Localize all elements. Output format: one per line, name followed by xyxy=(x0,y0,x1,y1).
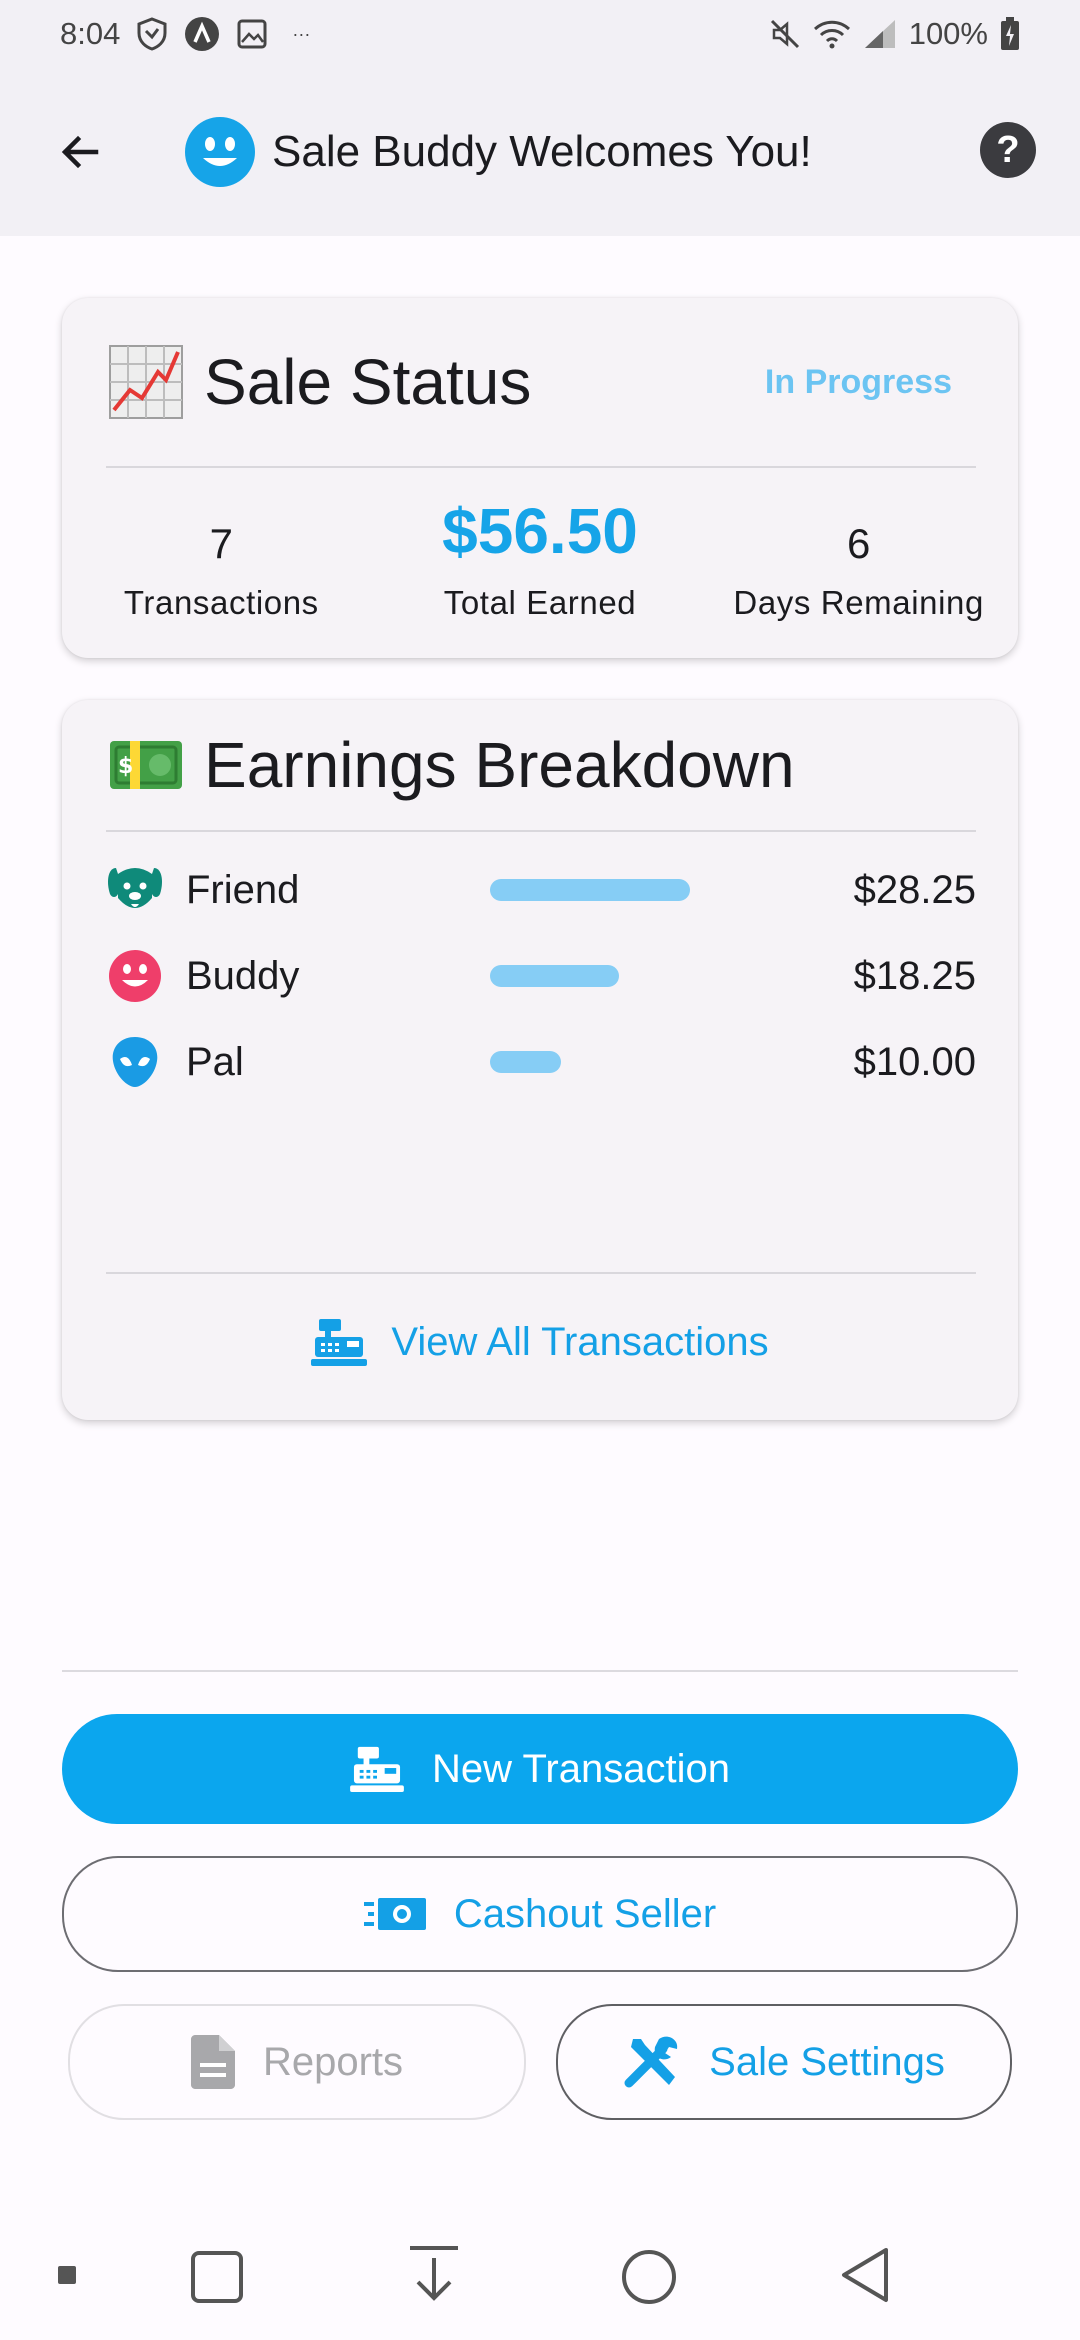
top-app-bar: Sale Buddy Welcomes You! ? xyxy=(0,68,1080,236)
earnings-amount: $10.00 xyxy=(853,1039,976,1084)
earnings-bar-track xyxy=(490,965,810,987)
reports-button[interactable]: Reports xyxy=(68,2004,526,2120)
cash-register-icon xyxy=(311,1319,368,1366)
nav-dot-icon xyxy=(58,2266,76,2284)
divider xyxy=(106,466,976,468)
circle-icon xyxy=(622,2250,676,2304)
wifi-icon xyxy=(813,19,851,49)
divider xyxy=(106,1272,976,1274)
recents-button[interactable] xyxy=(190,2250,244,2304)
stat-value: 7 xyxy=(209,520,234,567)
stat-label: Days Remaining xyxy=(733,584,984,621)
more-notifications: ··· xyxy=(292,23,311,44)
divider xyxy=(62,1670,1018,1672)
svg-text:$: $ xyxy=(118,754,133,779)
earnings-bar xyxy=(490,879,690,901)
smiley-face-icon xyxy=(106,947,164,1005)
mute-icon xyxy=(769,18,801,50)
cash-register-icon xyxy=(350,1746,404,1793)
cashout-seller-button[interactable]: Cashout Seller xyxy=(62,1856,1018,1972)
earnings-title: Earnings Breakdown xyxy=(204,729,795,801)
page-title: Sale Buddy Welcomes You! xyxy=(272,127,812,176)
battery-icon xyxy=(1000,17,1020,51)
notifications-pull-button[interactable] xyxy=(406,2244,462,2304)
earnings-bar xyxy=(490,1051,561,1073)
status-bar: 8:04 ··· 100% xyxy=(0,0,1080,68)
smiley-logo-icon xyxy=(185,117,255,187)
view-all-label: View All Transactions xyxy=(391,1319,769,1364)
battery-percent: 100% xyxy=(908,16,988,51)
status-badge: In Progress xyxy=(764,362,952,401)
stat-label: Total Earned xyxy=(443,584,637,621)
alien-face-icon xyxy=(106,1033,164,1091)
dog-face-icon xyxy=(106,861,164,919)
earnings-breakdown-card: $ Earnings Breakdown Friend $28.25 Buddy… xyxy=(62,700,1018,1420)
cashout-label: Cashout Seller xyxy=(453,1891,717,1936)
home-button[interactable] xyxy=(620,2248,678,2306)
status-time: 8:04 xyxy=(60,16,121,51)
reports-label: Reports xyxy=(262,2039,404,2084)
signal-icon xyxy=(863,18,897,50)
earnings-name: Pal xyxy=(186,1039,244,1084)
stat-transactions: 7 Transactions xyxy=(62,498,381,622)
earnings-bar xyxy=(490,965,619,987)
stat-value: 6 xyxy=(847,520,871,567)
chart-increasing-icon xyxy=(109,345,183,419)
earnings-row-buddy: Buddy $18.25 xyxy=(106,941,976,1011)
earnings-bar-track xyxy=(490,1051,810,1073)
earnings-bar-track xyxy=(490,879,810,901)
earnings-amount: $18.25 xyxy=(853,953,976,998)
stat-value: $56.50 xyxy=(442,495,638,567)
tools-icon xyxy=(624,2036,678,2088)
stat-total-earned: $56.50 Total Earned xyxy=(381,495,700,622)
shield-icon xyxy=(136,17,168,51)
help-icon: ? xyxy=(996,128,1020,171)
sale-settings-label: Sale Settings xyxy=(709,2039,945,2084)
image-icon xyxy=(236,18,268,50)
fast-money-icon xyxy=(363,1898,426,1930)
new-transaction-button[interactable]: New Transaction xyxy=(62,1714,1018,1824)
back-nav-button[interactable] xyxy=(838,2246,892,2304)
stat-days-remaining: 6 Days Remaining xyxy=(699,498,1018,622)
system-nav-bar xyxy=(0,2220,1080,2340)
help-button[interactable]: ? xyxy=(980,122,1036,178)
earnings-row-friend: Friend $28.25 xyxy=(106,855,976,925)
back-button[interactable] xyxy=(40,112,120,192)
square-icon xyxy=(191,2251,243,2303)
money-icon: $ xyxy=(110,741,182,789)
sale-status-card: Sale Status In Progress 7 Transactions $… xyxy=(62,298,1018,658)
document-icon xyxy=(190,2035,235,2089)
earnings-name: Friend xyxy=(186,867,300,912)
download-arrow-icon xyxy=(410,2246,458,2301)
back-arrow-icon xyxy=(61,135,99,169)
view-all-transactions-link[interactable]: View All Transactions xyxy=(62,1302,1018,1382)
earnings-row-pal: Pal $10.00 xyxy=(106,1027,976,1097)
sale-status-title: Sale Status xyxy=(204,346,532,418)
triangle-back-icon xyxy=(842,2248,888,2302)
app-notification-icon xyxy=(184,16,220,52)
sale-settings-button[interactable]: Sale Settings xyxy=(556,2004,1012,2120)
divider xyxy=(106,830,976,832)
new-transaction-label: New Transaction xyxy=(432,1746,730,1791)
stat-label: Transactions xyxy=(123,584,319,621)
earnings-name: Buddy xyxy=(186,953,300,998)
earnings-amount: $28.25 xyxy=(853,867,976,912)
